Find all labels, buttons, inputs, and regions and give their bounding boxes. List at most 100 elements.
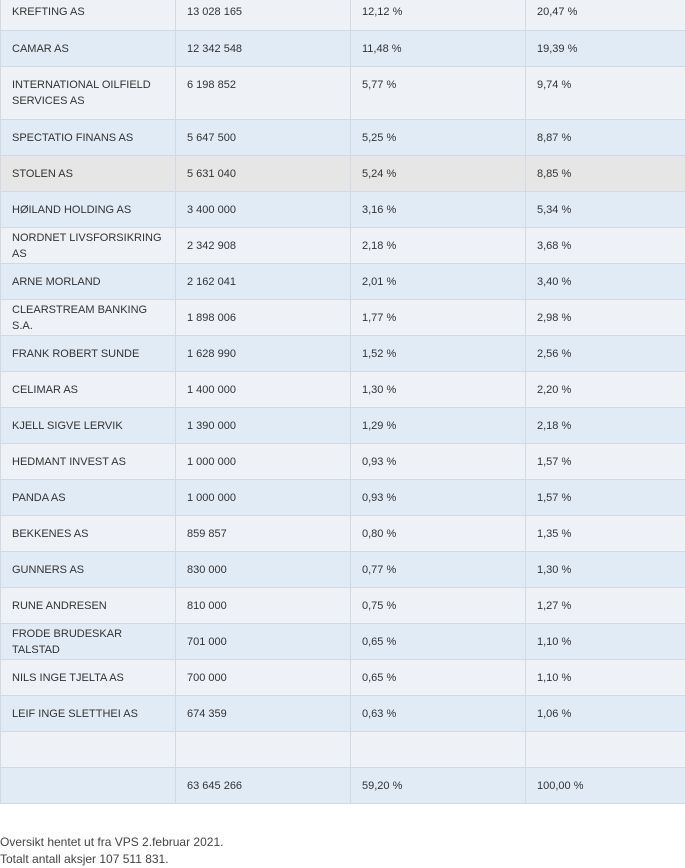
- percent-total-cell: 11,48 %: [351, 31, 526, 67]
- percent-share-cell: [526, 732, 685, 768]
- percent-share-cell: 2,20 %: [526, 372, 685, 408]
- percent-share-cell: 3,68 %: [526, 228, 685, 264]
- share-count-cell: 1 628 990: [176, 336, 351, 372]
- total-shares-note: Totalt antall aksjer 107 511 831.: [0, 851, 223, 868]
- shareholder-name-cell: CLEARSTREAM BANKING S.A.: [1, 300, 176, 336]
- table-row: [1, 732, 685, 768]
- shareholder-name-cell: RUNE ANDRESEN: [1, 588, 176, 624]
- shareholder-name-cell: STOLEN AS: [1, 156, 176, 192]
- share-count-cell: 701 000: [176, 624, 351, 660]
- shareholder-name-cell: KJELL SIGVE LERVIK: [1, 408, 176, 444]
- share-count-cell: 2 342 908: [176, 228, 351, 264]
- shareholder-name-cell: KREFTING AS: [1, 0, 176, 31]
- shareholder-name-cell: CELIMAR AS: [1, 372, 176, 408]
- percent-total-cell: 2,18 %: [351, 228, 526, 264]
- percent-total-cell: 1,30 %: [351, 372, 526, 408]
- percent-total-cell: 1,77 %: [351, 300, 526, 336]
- percent-total-cell: 3,16 %: [351, 192, 526, 228]
- share-count-cell: 63 645 266: [176, 768, 351, 804]
- table-row: BEKKENES AS859 8570,80 %1,35 %: [1, 516, 685, 552]
- share-count-cell: 1 400 000: [176, 372, 351, 408]
- shareholder-name-cell: FRODE BRUDESKAR TALSTAD: [1, 624, 176, 660]
- shareholder-name-cell: CAMAR AS: [1, 31, 176, 67]
- table-row: NILS INGE TJELTA AS700 0000,65 %1,10 %: [1, 660, 685, 696]
- share-count-cell: 1 390 000: [176, 408, 351, 444]
- share-count-cell: 12 342 548: [176, 31, 351, 67]
- share-count-cell: 1 000 000: [176, 480, 351, 516]
- share-count-cell: 674 359: [176, 696, 351, 732]
- percent-total-cell: 0,65 %: [351, 660, 526, 696]
- percent-total-cell: 0,77 %: [351, 552, 526, 588]
- share-count-cell: 5 631 040: [176, 156, 351, 192]
- table-row: CLEARSTREAM BANKING S.A.1 898 0061,77 %2…: [1, 300, 685, 336]
- percent-share-cell: 2,56 %: [526, 336, 685, 372]
- percent-share-cell: 1,30 %: [526, 552, 685, 588]
- shareholder-table: KREFTING AS13 028 16512,12 %20,47 %CAMAR…: [0, 0, 685, 804]
- share-count-cell: [176, 732, 351, 768]
- shareholder-name-cell: HØILAND HOLDING AS: [1, 192, 176, 228]
- table-row: ARNE MORLAND2 162 0412,01 %3,40 %: [1, 264, 685, 300]
- table-row: STOLEN AS5 631 0405,24 %8,85 %: [1, 156, 685, 192]
- percent-share-cell: 3,40 %: [526, 264, 685, 300]
- percent-share-cell: 1,57 %: [526, 480, 685, 516]
- percent-share-cell: 1,06 %: [526, 696, 685, 732]
- percent-share-cell: 8,85 %: [526, 156, 685, 192]
- percent-total-cell: 0,93 %: [351, 480, 526, 516]
- shareholder-name-cell: [1, 732, 176, 768]
- percent-total-cell: [351, 732, 526, 768]
- percent-share-cell: 1,35 %: [526, 516, 685, 552]
- share-count-cell: 2 162 041: [176, 264, 351, 300]
- share-count-cell: 5 647 500: [176, 120, 351, 156]
- percent-total-cell: 0,63 %: [351, 696, 526, 732]
- percent-share-cell: 9,74 %: [526, 67, 685, 120]
- percent-total-cell: 0,93 %: [351, 444, 526, 480]
- share-count-cell: 859 857: [176, 516, 351, 552]
- table-row: NORDNET LIVSFORSIKRING AS2 342 9082,18 %…: [1, 228, 685, 264]
- table-row: FRANK ROBERT SUNDE1 628 9901,52 %2,56 %: [1, 336, 685, 372]
- percent-share-cell: 1,10 %: [526, 624, 685, 660]
- share-count-cell: 830 000: [176, 552, 351, 588]
- table-row: CAMAR AS12 342 54811,48 %19,39 %: [1, 31, 685, 67]
- shareholder-name-cell: INTERNATIONAL OILFIELD SERVICES AS: [1, 67, 176, 120]
- share-count-cell: 6 198 852: [176, 67, 351, 120]
- percent-total-cell: 12,12 %: [351, 0, 526, 31]
- percent-total-cell: 59,20 %: [351, 768, 526, 804]
- table-footnote: Oversikt hentet ut fra VPS 2.februar 202…: [0, 834, 223, 868]
- shareholder-table-body: KREFTING AS13 028 16512,12 %20,47 %CAMAR…: [1, 0, 685, 804]
- table-row: RUNE ANDRESEN810 0000,75 %1,27 %: [1, 588, 685, 624]
- table-row: LEIF INGE SLETTHEI AS674 3590,63 %1,06 %: [1, 696, 685, 732]
- table-row: HEDMANT INVEST AS1 000 0000,93 %1,57 %: [1, 444, 685, 480]
- percent-share-cell: 5,34 %: [526, 192, 685, 228]
- share-count-cell: 700 000: [176, 660, 351, 696]
- percent-share-cell: 2,18 %: [526, 408, 685, 444]
- share-count-cell: 3 400 000: [176, 192, 351, 228]
- percent-share-cell: 100,00 %: [526, 768, 685, 804]
- shareholder-name-cell: SPECTATIO FINANS AS: [1, 120, 176, 156]
- percent-total-cell: 5,77 %: [351, 67, 526, 120]
- table-row: GUNNERS AS830 0000,77 %1,30 %: [1, 552, 685, 588]
- table-row: FRODE BRUDESKAR TALSTAD701 0000,65 %1,10…: [1, 624, 685, 660]
- percent-share-cell: 20,47 %: [526, 0, 685, 31]
- shareholder-table-container: KREFTING AS13 028 16512,12 %20,47 %CAMAR…: [0, 0, 685, 804]
- percent-share-cell: 1,10 %: [526, 660, 685, 696]
- table-row: PANDA AS1 000 0000,93 %1,57 %: [1, 480, 685, 516]
- shareholder-name-cell: FRANK ROBERT SUNDE: [1, 336, 176, 372]
- percent-total-cell: 5,24 %: [351, 156, 526, 192]
- shareholder-name-cell: LEIF INGE SLETTHEI AS: [1, 696, 176, 732]
- percent-total-cell: 0,80 %: [351, 516, 526, 552]
- shareholder-name-cell: NILS INGE TJELTA AS: [1, 660, 176, 696]
- share-count-cell: 1 898 006: [176, 300, 351, 336]
- percent-share-cell: 19,39 %: [526, 31, 685, 67]
- percent-total-cell: 1,52 %: [351, 336, 526, 372]
- percent-share-cell: 1,27 %: [526, 588, 685, 624]
- table-row: 63 645 26659,20 %100,00 %: [1, 768, 685, 804]
- share-count-cell: 1 000 000: [176, 444, 351, 480]
- shareholder-name-cell: NORDNET LIVSFORSIKRING AS: [1, 228, 176, 264]
- table-row: HØILAND HOLDING AS3 400 0003,16 %5,34 %: [1, 192, 685, 228]
- percent-total-cell: 0,65 %: [351, 624, 526, 660]
- percent-total-cell: 1,29 %: [351, 408, 526, 444]
- percent-share-cell: 2,98 %: [526, 300, 685, 336]
- percent-share-cell: 8,87 %: [526, 120, 685, 156]
- shareholder-name-cell: HEDMANT INVEST AS: [1, 444, 176, 480]
- share-count-cell: 13 028 165: [176, 0, 351, 31]
